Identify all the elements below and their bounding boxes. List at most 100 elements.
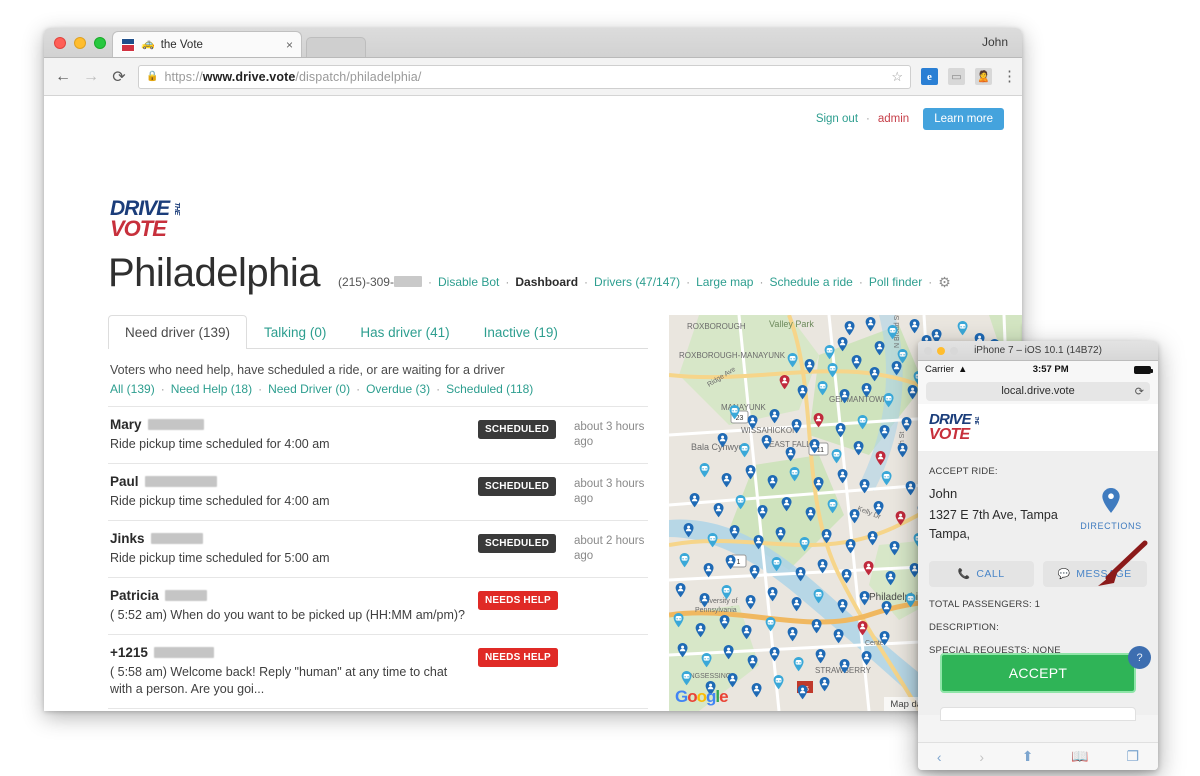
voter-info: Paul Ride pickup time scheduled for 4:00 … — [110, 474, 478, 510]
simulator-maximize-button[interactable] — [950, 347, 958, 355]
address-line-1: 1327 E 7th Ave, Tampa — [929, 508, 1058, 522]
extension-screen-icon[interactable]: ▭ — [948, 68, 965, 85]
status-badge-cell: SCHEDULED — [478, 417, 574, 439]
simulator-minimize-button[interactable] — [937, 347, 945, 355]
browser-tab[interactable]: 🚕 the Vote × — [112, 31, 302, 57]
maximize-window-button[interactable] — [94, 37, 106, 49]
book-icon[interactable]: 📖 — [1071, 748, 1088, 765]
chevron-left-icon[interactable]: ‹ — [937, 749, 942, 765]
voter-timestamp: about 3 hours ago — [574, 421, 645, 448]
status-badge-cell: SCHEDULED — [478, 474, 574, 496]
extension-user-icon[interactable]: 🙎 — [975, 68, 992, 85]
header-link-large-map[interactable]: Large map — [696, 275, 753, 289]
tab-need-driver[interactable]: Need driver (139) — [108, 315, 248, 349]
sign-out-link[interactable]: Sign out — [816, 113, 858, 125]
admin-link[interactable]: admin — [878, 113, 909, 125]
simulator-close-button[interactable] — [924, 347, 932, 355]
filter-all[interactable]: All (139) — [110, 382, 155, 396]
reload-icon[interactable]: ⟳ — [110, 67, 128, 87]
directions-button[interactable]: DIRECTIONS — [1075, 486, 1147, 544]
voter-message: Ride pickup time scheduled for 4:00 am — [110, 494, 330, 508]
help-circle-icon[interactable]: ? — [1128, 646, 1151, 669]
voter-row[interactable]: +1215 ( 5:58 am) Welcome back! Reply "hum… — [108, 634, 648, 708]
close-icon[interactable]: × — [286, 38, 293, 52]
new-tab-button[interactable] — [306, 37, 366, 57]
voter-message: Ride pickup time scheduled for 4:00 am — [110, 437, 330, 451]
voter-name-row: Patricia — [110, 588, 468, 603]
accept-button[interactable]: ACCEPT — [940, 653, 1136, 693]
gear-icon[interactable]: ⚙ — [938, 274, 951, 291]
tab-inactive[interactable]: Inactive (19) — [467, 315, 575, 349]
learn-more-button[interactable]: Learn more — [923, 108, 1004, 130]
map-pin-icon — [1102, 488, 1120, 513]
filter-sep: · — [356, 382, 361, 396]
list-filters: All (139) · Need Help (18) · Need Driver… — [108, 377, 648, 406]
wifi-icon: ▲ — [958, 364, 968, 375]
browser-titlebar: 🚕 the Vote × John — [44, 28, 1022, 58]
car-icon: 🚕 — [141, 38, 155, 50]
svg-text:ROXBOROUGH: ROXBOROUGH — [687, 322, 746, 331]
voter-rows: Mary Ride pickup time scheduled for 4:00 … — [108, 406, 648, 711]
annotation-arrow-icon — [1098, 540, 1148, 586]
simulator-titlebar: iPhone 7 – iOS 10.1 (14B72) — [918, 341, 1158, 361]
header-link-drivers[interactable]: Drivers (47/147) — [594, 275, 680, 289]
header-link-disable-bot[interactable]: Disable Bot — [438, 275, 499, 289]
filter-sep: · — [258, 382, 263, 396]
filter-need-driver[interactable]: Need Driver (0) — [268, 382, 350, 396]
list-description: Voters who need help, have scheduled a r… — [110, 363, 505, 377]
voter-name-row: Mary — [110, 417, 468, 432]
ios-url-bar[interactable]: local.drive.vote ⟳ — [918, 378, 1158, 404]
reload-icon[interactable]: ⟳ — [1135, 385, 1144, 398]
voter-timestamp — [574, 588, 648, 591]
header-link-schedule-a-ride[interactable]: Schedule a ride — [769, 275, 852, 289]
site-logo[interactable]: DRIVE THE VOTE — [110, 198, 180, 240]
filter-need-help[interactable]: Need Help (18) — [171, 382, 252, 396]
browser-window: 🚕 the Vote × John ← → ⟳ 🔒 https://www.dr… — [44, 28, 1022, 711]
voter-row[interactable]: Mary Ride pickup time scheduled for 4:00 … — [108, 406, 648, 463]
ios-url-text: local.drive.vote — [1001, 385, 1075, 397]
address-bar[interactable]: 🔒 https://www.drive.vote/dispatch/philad… — [138, 64, 911, 89]
filter-sep: · — [160, 382, 165, 396]
extension-e-icon[interactable]: e — [921, 68, 938, 85]
star-icon[interactable]: ☆ — [891, 69, 903, 85]
share-icon[interactable]: ⬆ — [1022, 748, 1034, 765]
forward-arrow-icon[interactable]: → — [82, 68, 100, 86]
svg-text:ROXBOROUGH-MANAYUNK: ROXBOROUGH-MANAYUNK — [679, 351, 786, 360]
voter-name-row: Jinks — [110, 531, 468, 546]
minimize-window-button[interactable] — [74, 37, 86, 49]
filter-overdue[interactable]: Overdue (3) — [366, 382, 430, 396]
tabs-icon[interactable]: ❐ — [1127, 748, 1140, 765]
header-link-poll-finder[interactable]: Poll finder — [869, 275, 922, 289]
svg-text:Philadelphia: Philadelphia — [869, 592, 924, 603]
header-link-dashboard[interactable]: Dashboard — [515, 275, 578, 289]
svg-text:1: 1 — [737, 559, 741, 566]
dispatch-phone-number: (215)-309- — [338, 275, 422, 289]
back-arrow-icon[interactable]: ← — [54, 68, 72, 86]
window-traffic-lights[interactable] — [54, 37, 106, 49]
mobile-logo-the-text: THE — [972, 416, 979, 424]
battery-icon — [1134, 365, 1153, 374]
directions-label: DIRECTIONS — [1080, 521, 1142, 531]
call-label: CALL — [976, 568, 1005, 580]
chevron-right-icon[interactable]: › — [979, 749, 984, 765]
close-window-button[interactable] — [54, 37, 66, 49]
voter-row[interactable]: Patricia ( 5:52 am) When do you want to b… — [108, 577, 648, 634]
simulator-traffic-lights[interactable] — [924, 347, 958, 355]
tab-has-driver[interactable]: Has driver (41) — [343, 315, 466, 349]
phone-icon: 📞 — [957, 568, 971, 580]
filter-scheduled[interactable]: Scheduled (118) — [446, 382, 533, 396]
voter-message: ( 5:58 am) Welcome back! Reply "human" a… — [110, 665, 448, 696]
voter-timestamp: about 2 hours ago — [574, 535, 645, 562]
mobile-site-logo[interactable]: DRIVE THE VOTE — [929, 412, 979, 443]
phone-prefix: (215)-309- — [337, 275, 394, 289]
call-button[interactable]: 📞 CALL — [929, 561, 1034, 587]
tab-talking[interactable]: Talking (0) — [247, 315, 343, 349]
kebab-menu-icon[interactable]: ⋮ — [1002, 69, 1017, 84]
voter-row[interactable]: AnthonyRide pickup time scheduled for 6:… — [108, 708, 648, 711]
voter-row[interactable]: Paul Ride pickup time scheduled for 4:00 … — [108, 463, 648, 520]
voter-row[interactable]: Jinks Ride pickup time scheduled for 5:00… — [108, 520, 648, 577]
favicon-drive-the-vote-icon — [121, 37, 135, 52]
page-content: Sign out · admin Learn more DRIVE THE VOT… — [44, 96, 1022, 711]
browser-tabstrip: 🚕 the Vote × — [112, 31, 366, 57]
ios-url-field[interactable]: local.drive.vote ⟳ — [926, 381, 1150, 401]
